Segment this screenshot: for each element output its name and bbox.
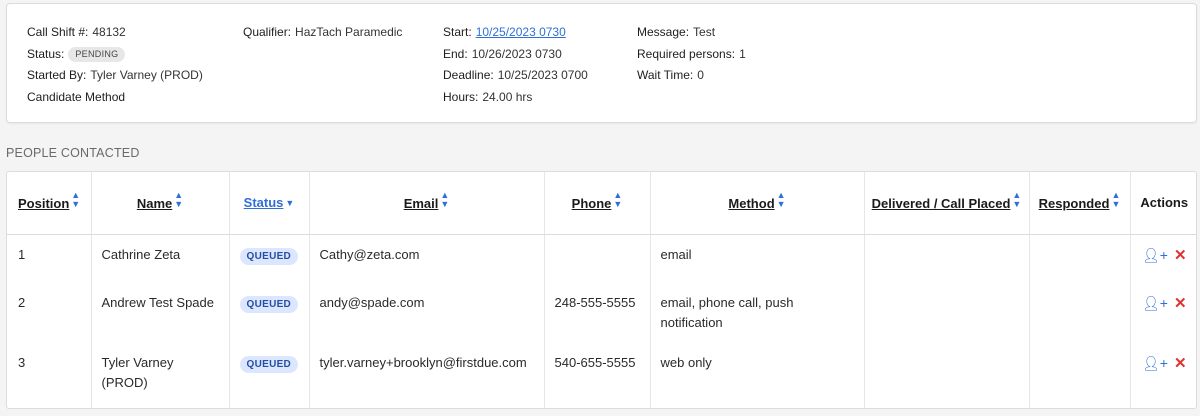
phone-cell: [544, 234, 651, 281]
call-shift-summary-card: Call Shift #: 48132 Status: PENDING Starte…: [6, 3, 1197, 123]
actions-cell: 👤︎+ ✕: [1130, 234, 1196, 281]
position-cell: 1: [7, 234, 92, 281]
deadline-label: Deadline:: [443, 68, 494, 82]
people-contacted-table: Position▲ ▼ Name▲ ▼ Status ▼ Email▲ ▼ Phone▲…: [6, 171, 1197, 409]
close-icon[interactable]: ✕: [1174, 246, 1187, 266]
summary-column-2: Qualifier: HazTach Paramedic: [243, 24, 402, 46]
status-cell: QUEUED: [229, 234, 310, 281]
actions-cell: 👤︎+ ✕: [1130, 281, 1196, 341]
close-icon[interactable]: ✕: [1174, 354, 1187, 374]
call-shift-value: 48132: [92, 25, 126, 39]
name-header-label: Name: [136, 196, 173, 212]
email-cell: andy@spade.com: [309, 281, 545, 341]
column-header-responded[interactable]: Responded▲ ▼: [1029, 172, 1131, 235]
delivered-cell: [864, 341, 1030, 408]
add-user-icon[interactable]: 👤︎+: [1142, 245, 1168, 265]
column-header-delivered[interactable]: Delivered / Call Placed▲ ▼: [864, 172, 1030, 235]
sort-icon: ▲ ▼: [776, 190, 786, 210]
column-header-email[interactable]: Email▲ ▼: [309, 172, 545, 235]
summary-column-4: Message: Test Required persons: 1 Wait Tim…: [637, 24, 746, 89]
phone-cell: 248-555-5555: [544, 281, 651, 341]
status-badge: QUEUED: [239, 247, 299, 265]
status-label: Status:: [27, 46, 65, 61]
required-persons-label: Required persons:: [637, 46, 736, 61]
end-value: 10/26/2023 0730: [471, 46, 562, 61]
position-cell: 3: [7, 341, 92, 408]
responded-cell: [1029, 281, 1131, 341]
email-header-label: Email: [403, 196, 439, 212]
close-icon[interactable]: ✕: [1174, 294, 1187, 314]
table-row: 2 Andrew Test Spade QUEUED andy@spade.co…: [7, 281, 1196, 341]
sort-icon: ▲ ▼: [1111, 190, 1121, 210]
status-badge: QUEUED: [239, 296, 299, 313]
summary-column-3: Start: 10/25/2023 0730 End: 10/26/2023 073…: [443, 24, 588, 110]
method-cell: email: [650, 234, 865, 281]
column-header-position[interactable]: Position▲ ▼: [7, 172, 92, 235]
status-cell: QUEUED: [229, 281, 310, 341]
actions-cell: 👤︎+ ✕: [1130, 341, 1196, 408]
start-date-link[interactable]: 10/25/2023 0730: [476, 25, 566, 39]
responded-cell: [1029, 341, 1131, 408]
wait-time-label: Wait Time:: [637, 68, 694, 82]
status-badge: PENDING: [68, 46, 126, 62]
started-by-label: Started By:: [27, 68, 87, 82]
delivered-cell: [864, 234, 1030, 281]
method-header-label: Method: [728, 196, 775, 212]
message-label: Message:: [637, 25, 690, 39]
wait-time-value: 0: [697, 68, 704, 82]
status-cell: QUEUED: [229, 341, 310, 408]
email-cell: tyler.varney+brooklyn@firstdue.com: [309, 341, 545, 408]
start-label: Start:: [443, 25, 472, 39]
table-row: 3 Tyler Varney (PROD) QUEUED tyler.varne…: [7, 341, 1196, 408]
required-persons-value: 1: [739, 46, 746, 61]
name-cell: Andrew Test Spade: [91, 281, 230, 341]
column-header-name[interactable]: Name▲ ▼: [91, 172, 230, 235]
email-cell: Cathy@zeta.com: [309, 234, 545, 281]
started-by-value: Tyler Varney (PROD): [90, 68, 203, 82]
add-user-icon[interactable]: 👤︎+: [1142, 353, 1168, 373]
column-header-actions: Actions: [1130, 172, 1196, 235]
actions-header-label: Actions: [1140, 194, 1189, 210]
phone-header-label: Phone: [571, 196, 612, 212]
position-cell: 2: [7, 281, 92, 341]
position-header-label: Position: [18, 196, 70, 212]
delivered-header-label: Delivered / Call Placed: [871, 196, 1011, 212]
column-header-status[interactable]: Status ▼: [229, 172, 310, 235]
sort-icon: ▲ ▼: [71, 190, 81, 210]
column-header-method[interactable]: Method▲ ▼: [650, 172, 865, 235]
sort-desc-icon: ▼: [285, 197, 295, 208]
people-contacted-heading: PEOPLE CONTACTED: [6, 146, 140, 160]
responded-header-label: Responded: [1038, 196, 1110, 212]
message-value: Test: [693, 25, 716, 39]
hours-value: 24.00 hrs: [482, 89, 533, 104]
status-badge: QUEUED: [239, 356, 299, 373]
phone-cell: 540-655-5555: [544, 341, 651, 408]
candidate-method-label: Candidate Method: [27, 89, 126, 104]
column-header-phone[interactable]: Phone▲ ▼: [544, 172, 651, 235]
sort-icon: ▲ ▼: [613, 190, 623, 210]
sort-icon: ▲ ▼: [174, 190, 184, 210]
method-cell: web only: [650, 341, 865, 408]
deadline-value: 10/25/2023 0700: [497, 68, 588, 82]
sort-icon: ▲ ▼: [1012, 190, 1022, 210]
name-cell: Tyler Varney (PROD): [91, 341, 230, 408]
hours-label: Hours:: [443, 89, 479, 104]
qualifier-value: HazTach Paramedic: [295, 25, 403, 39]
qualifier-label: Qualifier:: [243, 25, 292, 39]
sort-icon: ▲ ▼: [440, 190, 450, 210]
status-header-label: Status: [243, 194, 284, 210]
responded-cell: [1029, 234, 1131, 281]
name-cell: Cathrine Zeta: [91, 234, 230, 281]
table-row: 1 Cathrine Zeta QUEUED Cathy@zeta.com em…: [7, 234, 1196, 281]
delivered-cell: [864, 281, 1030, 341]
end-label: End:: [443, 46, 468, 61]
method-cell: email, phone call, push notification: [650, 281, 865, 341]
call-shift-label: Call Shift #:: [27, 25, 89, 39]
add-user-icon[interactable]: 👤︎+: [1142, 293, 1168, 313]
summary-column-1: Call Shift #: 48132 Status: PENDING Starte…: [27, 24, 203, 110]
